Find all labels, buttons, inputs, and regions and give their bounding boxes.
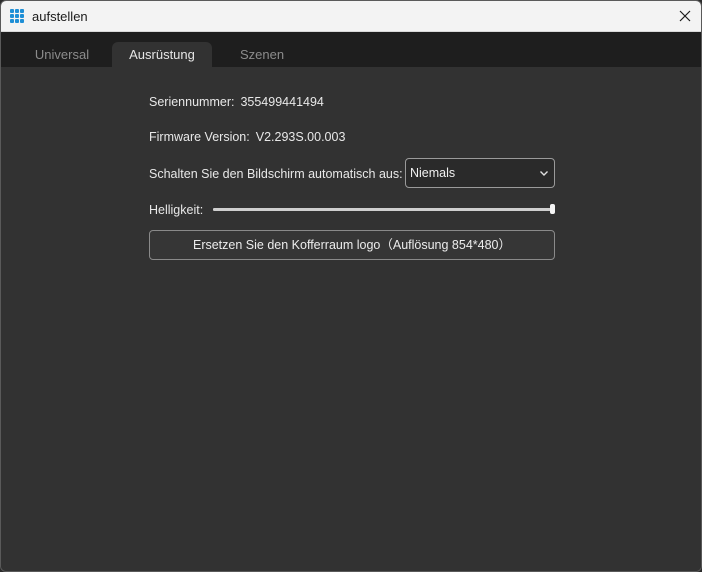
close-icon [679, 10, 691, 22]
tab-ausruestung[interactable]: Ausrüstung [112, 42, 212, 67]
serial-row: Seriennummer: 355499441494 [149, 95, 324, 109]
close-button[interactable] [669, 1, 701, 31]
screen-off-value: Niemals [410, 166, 456, 180]
tab-szenen[interactable]: Szenen [220, 42, 304, 67]
tab-universal[interactable]: Universal [18, 42, 106, 67]
brightness-slider[interactable] [213, 204, 556, 214]
firmware-row: Firmware Version: V2.293S.00.003 [149, 130, 345, 144]
slider-fill [213, 208, 551, 211]
tab-content: Seriennummer: 355499441494 Firmware Versi… [1, 67, 701, 571]
settings-window: aufstellen Universal Ausrüstung Szenen S… [0, 0, 702, 572]
screen-off-label: Schalten Sie den Bildschirm automatisch … [149, 167, 403, 181]
replace-logo-button[interactable]: Ersetzen Sie den Kofferraum logo（Auflösu… [149, 230, 555, 260]
brightness-label: Helligkeit: [149, 203, 204, 217]
title-bar: aufstellen [1, 1, 701, 32]
window-title: aufstellen [32, 9, 88, 24]
firmware-label: Firmware Version: [149, 130, 250, 144]
firmware-value: V2.293S.00.003 [255, 130, 346, 144]
serial-label: Seriennummer: [149, 95, 235, 109]
slider-thumb[interactable] [550, 204, 555, 214]
chevron-down-icon [540, 171, 548, 176]
app-grid-icon [10, 9, 25, 24]
serial-value: 355499441494 [240, 95, 324, 109]
screen-off-select[interactable]: Niemals [405, 158, 555, 188]
tab-bar: Universal Ausrüstung Szenen [1, 32, 701, 67]
